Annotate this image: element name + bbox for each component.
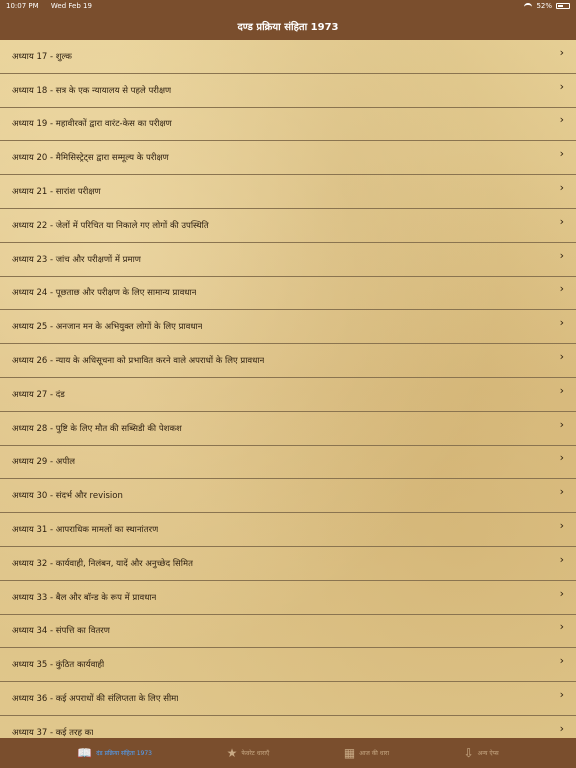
chevron-right-icon: › — [559, 688, 564, 702]
chevron-right-icon: › — [559, 113, 564, 127]
list-item[interactable]: अध्याय 20 - मैमिसिस्ट्रेट्स द्वारा सम्मू… — [0, 141, 576, 176]
status-right: 52% — [524, 2, 570, 10]
download-icon: ⇩ — [463, 746, 474, 760]
chevron-right-icon: › — [559, 721, 564, 735]
chapter-label: अध्याय 30 - संदर्भ और revision — [12, 491, 123, 502]
tab-label: आज की धारा — [359, 750, 390, 757]
chapter-label: अध्याय 28 - पुष्टि के लिए मौत की सब्सिडी… — [12, 423, 182, 434]
chapter-label: अध्याय 36 - कई अपराधों की संलिप्तता के ल… — [12, 694, 179, 705]
list-item[interactable]: अध्याय 19 - महावीरकों द्वारा वारंट-केस क… — [0, 108, 576, 142]
chapter-label: अध्याय 29 - अपील — [12, 457, 76, 468]
chapter-label: अध्याय 35 - कुंठित कार्यवाही — [12, 660, 105, 671]
status-date: Wed Feb 19 — [50, 2, 92, 10]
list-item[interactable]: अध्याय 28 - पुष्टि के लिए मौत की सब्सिडी… — [0, 412, 576, 446]
list-item[interactable]: अध्याय 30 - संदर्भ और revision › — [0, 479, 576, 514]
list-item[interactable]: अध्याय 27 - दंड › — [0, 378, 576, 412]
list-item[interactable]: अध्याय 33 - बैल और बॉन्ड के रूप में प्रा… — [0, 581, 576, 615]
tab-label: फेवरेट धाराएँ — [241, 750, 270, 757]
chevron-right-icon: › — [559, 214, 564, 228]
chevron-right-icon: › — [559, 79, 564, 93]
status-bar: 10:07 PM Wed Feb 19 52% — [0, 0, 576, 12]
battery-icon — [556, 3, 570, 9]
chapter-list[interactable]: अध्याय 17 - शुल्क › अध्याय 18 - सत्र के एक… — [0, 40, 576, 738]
chapter-label: अध्याय 25 - अनजान मन के अभियुक्त लोगों क… — [12, 322, 203, 333]
tab-calendar[interactable]: ▦ आज की धारा — [344, 747, 389, 759]
tab-book[interactable]: 📖 दंड प्रक्रिया संहिता 1973 — [77, 747, 152, 759]
tab-label: दंड प्रक्रिया संहिता 1973 — [96, 750, 153, 757]
battery-percent: 52% — [536, 2, 552, 10]
wifi-icon — [524, 3, 533, 9]
list-item[interactable]: अध्याय 24 - पूछताछ और परीक्षण के लिए साम… — [0, 277, 576, 311]
list-item[interactable]: अध्याय 23 - जांच और परीक्षणों में प्रमाण… — [0, 243, 576, 277]
chevron-right-icon: › — [559, 417, 564, 431]
battery-fill — [558, 5, 564, 7]
chevron-right-icon: › — [559, 620, 564, 634]
chapter-label: अध्याय 33 - बैल और बॉन्ड के रूप में प्रा… — [12, 592, 157, 603]
nav-bar: दण्ड प्रक्रिया संहिता 1973 — [0, 12, 576, 40]
chevron-right-icon: › — [559, 552, 564, 566]
list-item[interactable]: अध्याय 35 - कुंठित कार्यवाही › — [0, 648, 576, 683]
chapter-label: अध्याय 19 - महावीरकों द्वारा वारंट-केस क… — [12, 119, 172, 130]
chevron-right-icon: › — [559, 181, 564, 195]
chapter-label: अध्याय 21 - सारांश परीक्षण — [12, 187, 101, 198]
tab-bar: 📖 दंड प्रक्रिया संहिता 1973 ★ फेवरेट धाराएँ… — [0, 738, 576, 768]
page-title: दण्ड प्रक्रिया संहिता 1973 — [237, 22, 339, 33]
status-left: 10:07 PM Wed Feb 19 — [6, 2, 102, 10]
list-item[interactable]: अध्याय 17 - शुल्क › — [0, 40, 576, 74]
calendar-icon: ▦ — [343, 746, 356, 760]
chapter-label: अध्याय 18 - सत्र के एक न्यायालय से पहले … — [12, 85, 172, 96]
chevron-right-icon: › — [559, 485, 564, 499]
chapter-label: अध्याय 32 - कार्यवाही, निलंबन, यादें और … — [12, 558, 193, 569]
list-item[interactable]: अध्याय 31 - आपराधिक मामलों का स्थानांतरण… — [0, 513, 576, 547]
chapter-label: अध्याय 26 - न्याय के अधिसूचना को प्रभावि… — [12, 356, 265, 367]
list-item[interactable]: अध्याय 32 - कार्यवाही, निलंबन, यादें और … — [0, 547, 576, 581]
list-item[interactable]: अध्याय 36 - कई अपराधों की संलिप्तता के ल… — [0, 682, 576, 716]
tab-download[interactable]: ⇩ अन्य ऐप्स — [464, 747, 499, 759]
chevron-right-icon: › — [559, 147, 564, 161]
list-item[interactable]: अध्याय 37 - कई तरह का › — [0, 716, 576, 738]
list-item[interactable]: अध्याय 29 - अपील › — [0, 446, 576, 480]
tab-star[interactable]: ★ फेवरेट धाराएँ — [227, 747, 270, 759]
list-item[interactable]: अध्याय 26 - न्याय के अधिसूचना को प्रभावि… — [0, 344, 576, 378]
chevron-right-icon: › — [559, 45, 564, 59]
list-item[interactable]: अध्याय 22 - जेलों में परिचित या निकाले ग… — [0, 209, 576, 243]
chevron-right-icon: › — [559, 654, 564, 668]
tab-label: अन्य ऐप्स — [477, 750, 499, 757]
chevron-right-icon: › — [559, 316, 564, 330]
list-item[interactable]: अध्याय 18 - सत्र के एक न्यायालय से पहले … — [0, 74, 576, 108]
list-item[interactable]: अध्याय 34 - संपत्ति का वितरण › — [0, 615, 576, 649]
chevron-right-icon: › — [559, 519, 564, 533]
star-icon: ★ — [226, 746, 238, 760]
chevron-right-icon: › — [559, 451, 564, 465]
chapter-label: अध्याय 37 - कई तरह का — [12, 727, 94, 738]
chevron-right-icon: › — [559, 383, 564, 397]
chapter-label: अध्याय 24 - पूछताछ और परीक्षण के लिए साम… — [12, 288, 197, 299]
status-time: 10:07 PM — [6, 2, 39, 10]
list-item[interactable]: अध्याय 21 - सारांश परीक्षण › — [0, 175, 576, 209]
chevron-right-icon: › — [559, 586, 564, 600]
chapter-label: अध्याय 17 - शुल्क — [12, 51, 72, 62]
chapter-label: अध्याय 22 - जेलों में परिचित या निकाले ग… — [12, 220, 209, 231]
list-item[interactable]: अध्याय 25 - अनजान मन के अभियुक्त लोगों क… — [0, 310, 576, 345]
chevron-right-icon: › — [559, 350, 564, 364]
chapter-label: अध्याय 27 - दंड — [12, 389, 65, 400]
chevron-right-icon: › — [559, 248, 564, 262]
chevron-right-icon: › — [559, 282, 564, 296]
chapter-label: अध्याय 20 - मैमिसिस्ट्रेट्स द्वारा सम्मू… — [12, 153, 169, 164]
chapter-label: अध्याय 23 - जांच और परीक्षणों में प्रमाण — [12, 254, 141, 265]
book-icon: 📖 — [77, 746, 93, 760]
chapter-label: अध्याय 34 - संपत्ति का वितरण — [12, 626, 110, 637]
chapter-label: अध्याय 31 - आपराधिक मामलों का स्थानांतरण — [12, 525, 159, 536]
